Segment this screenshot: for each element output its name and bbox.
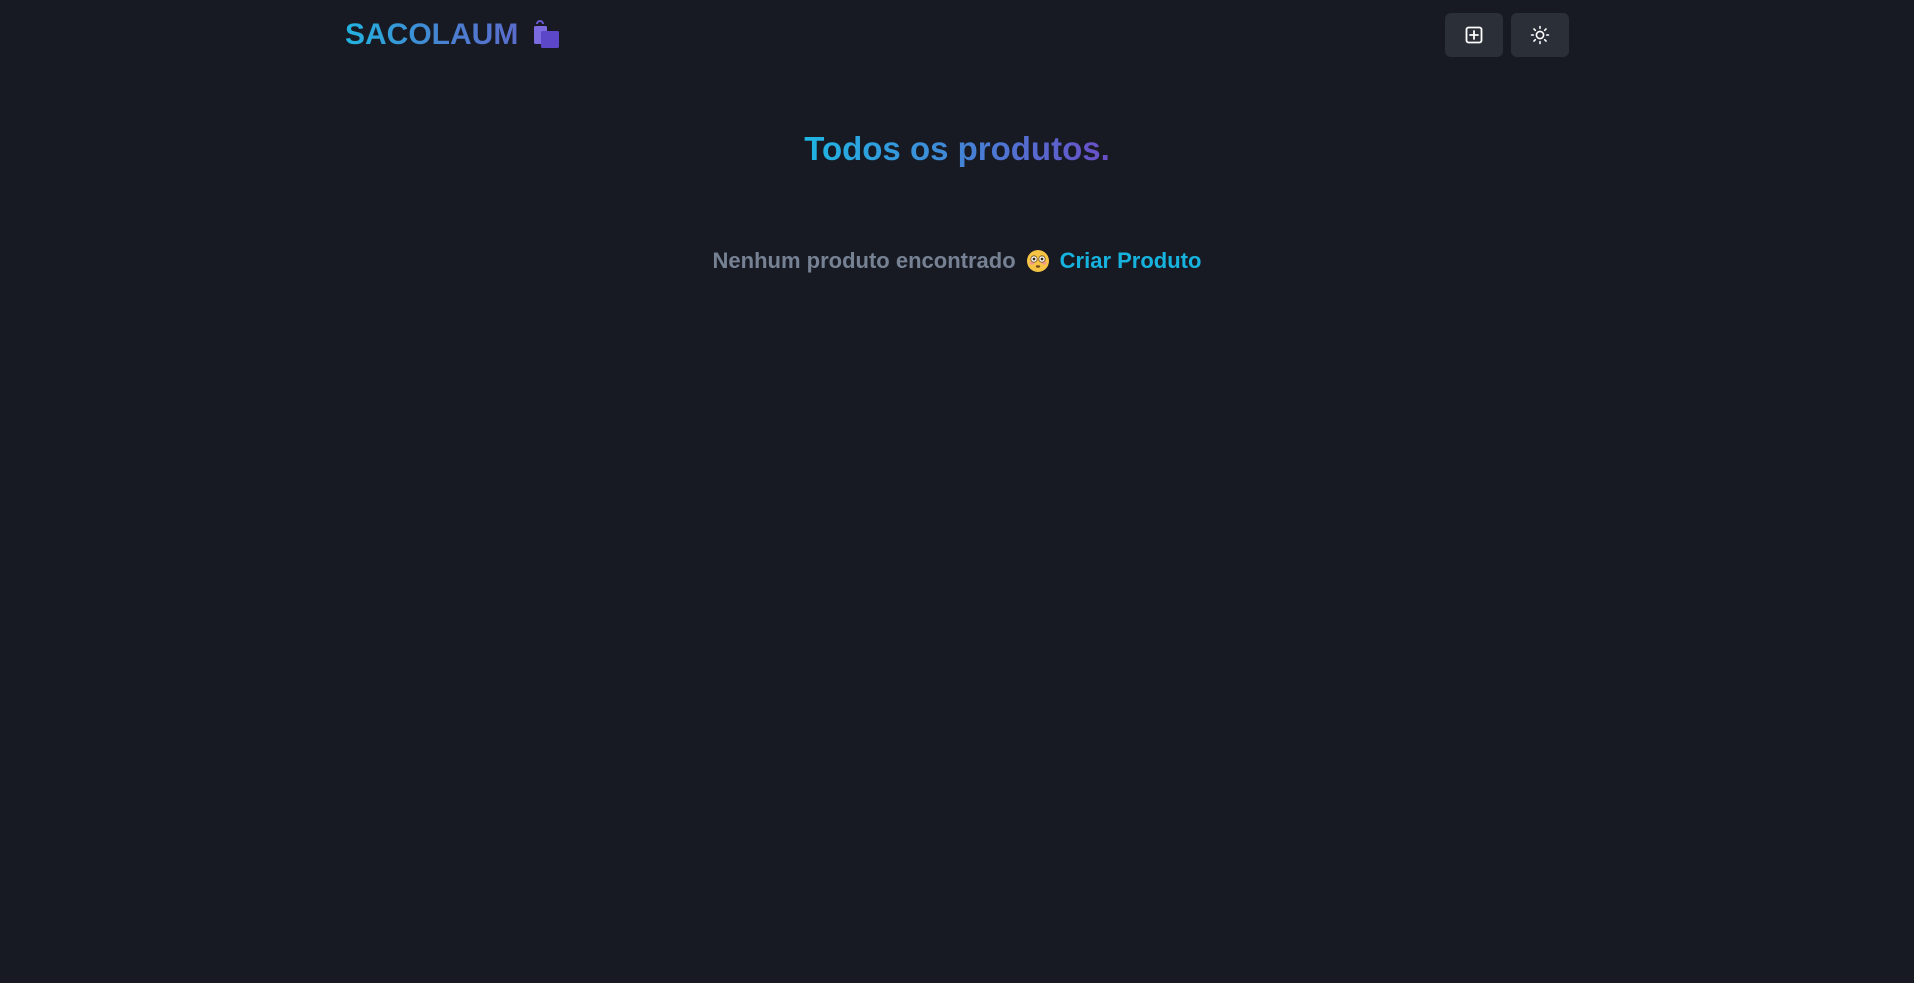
create-product-button[interactable] <box>1445 13 1503 57</box>
empty-message: Nenhum produto encontrado <box>712 248 1016 273</box>
page-title-text: Todos os produtos. <box>804 130 1110 167</box>
logo-link[interactable]: SACOLAUM <box>345 15 563 55</box>
sun-icon <box>1530 25 1550 45</box>
shopping-bags-icon <box>531 19 563 51</box>
plus-square-icon <box>1464 25 1484 45</box>
navbar: SACOLAUM <box>0 0 1914 70</box>
logo-text: SACOLAUM <box>345 18 519 51</box>
page-title: Todos os produtos. <box>0 126 1914 172</box>
flushed-face-icon <box>1026 249 1050 273</box>
create-product-link[interactable]: Criar Produto <box>1060 245 1202 277</box>
theme-toggle-button[interactable] <box>1511 13 1569 57</box>
empty-state: Nenhum produto encontrado Criar Produto <box>0 245 1914 277</box>
